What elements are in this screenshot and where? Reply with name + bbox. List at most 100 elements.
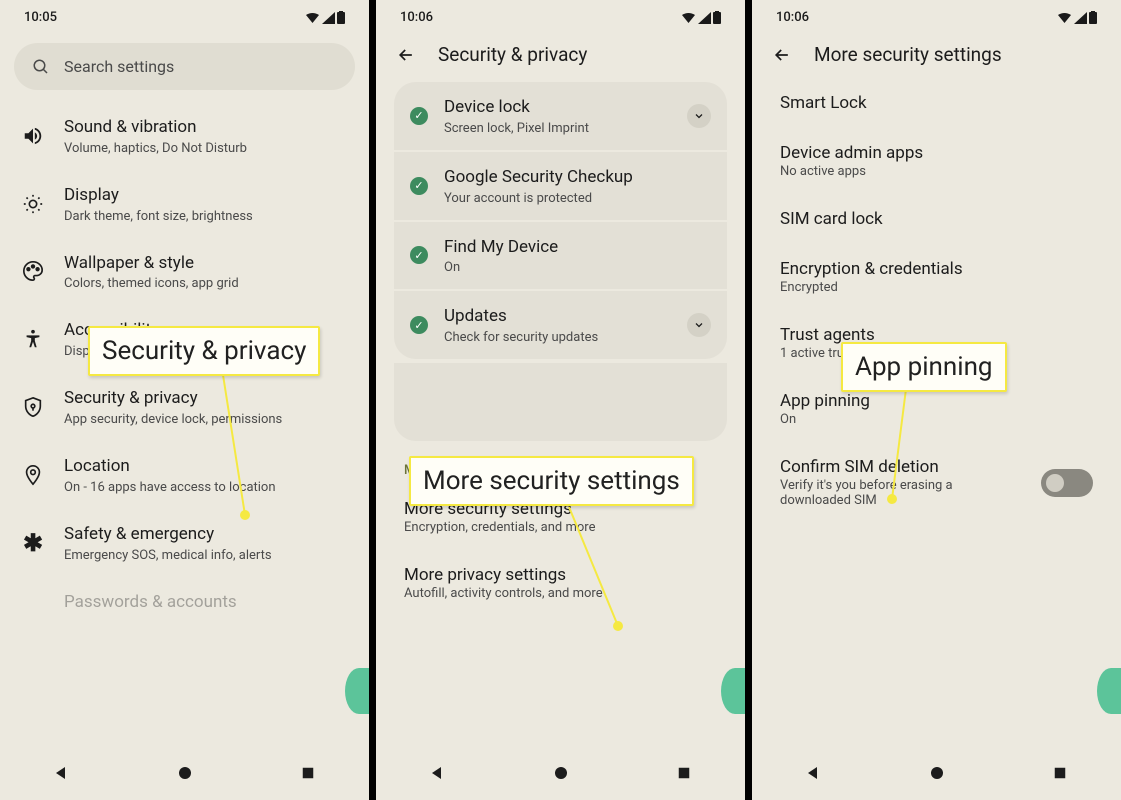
- item-sim-lock[interactable]: SIM card lock: [756, 194, 1117, 244]
- item-subtitle: On: [780, 412, 1093, 427]
- item-title: Smart Lock: [780, 93, 1093, 113]
- search-icon: [32, 58, 50, 76]
- back-arrow-icon[interactable]: [772, 45, 792, 65]
- list-item-location[interactable]: LocationOn - 16 apps have access to loca…: [4, 441, 365, 509]
- more-security-list: Smart Lock Device admin apps No active a…: [752, 78, 1121, 750]
- signal-icon: [1074, 12, 1087, 24]
- status-icons: [681, 11, 721, 24]
- item-title: Safety & emergency: [64, 523, 347, 547]
- item-title: Confirm SIM deletion: [780, 457, 1025, 477]
- check-icon: ✓: [410, 177, 428, 195]
- nav-back-icon[interactable]: [53, 764, 71, 782]
- item-subtitle: Dark theme, font size, brightness: [64, 209, 347, 224]
- list-item-safety[interactable]: ✱ Safety & emergencyEmergency SOS, medic…: [4, 509, 365, 577]
- card-title: Find My Device: [444, 236, 711, 260]
- back-arrow-icon[interactable]: [396, 45, 416, 65]
- check-icon: ✓: [410, 107, 428, 125]
- item-confirm-sim[interactable]: Confirm SIM deletion Verify it's you bef…: [756, 442, 1117, 523]
- security-status-card: ✓ Device lockScreen lock, Pixel Imprint …: [394, 82, 727, 359]
- search-bar[interactable]: Search settings: [14, 43, 355, 90]
- battery-icon: [337, 11, 345, 24]
- nav-home-icon[interactable]: [928, 764, 946, 782]
- phone-screen-2: 10:06 Security & privacy ✓ Device lockSc…: [376, 0, 745, 800]
- asterisk-icon: ✱: [22, 532, 44, 554]
- item-encryption[interactable]: Encryption & credentials Encrypted: [756, 244, 1117, 310]
- item-title: SIM card lock: [780, 209, 1093, 229]
- key-icon: [22, 591, 44, 613]
- card-find-my-device[interactable]: ✓ Find My DeviceOn: [394, 222, 727, 292]
- fab-button[interactable]: [1097, 668, 1121, 714]
- nav-back-icon[interactable]: [429, 764, 447, 782]
- status-bar: 10:06: [752, 0, 1121, 31]
- phone-screen-3: 10:06 More security settings Smart Lock …: [752, 0, 1121, 800]
- card-title: Google Security Checkup: [444, 166, 711, 190]
- nav-back-icon[interactable]: [805, 764, 823, 782]
- list-item-sound[interactable]: Sound & vibrationVolume, haptics, Do Not…: [4, 102, 365, 170]
- callout-highlight: Security & privacy: [88, 326, 320, 376]
- security-content: ✓ Device lockScreen lock, Pixel Imprint …: [376, 78, 745, 750]
- status-icons: [305, 11, 345, 24]
- status-time: 10:06: [776, 10, 809, 25]
- chevron-down-icon[interactable]: [687, 313, 711, 337]
- nav-recent-icon[interactable]: [675, 764, 693, 782]
- nav-home-icon[interactable]: [176, 764, 194, 782]
- card-title: Updates: [444, 305, 671, 329]
- wifi-icon: [305, 12, 320, 24]
- item-subtitle: Volume, haptics, Do Not Disturb: [64, 141, 347, 156]
- item-more-privacy[interactable]: More privacy settings Autofill, activity…: [380, 550, 741, 616]
- item-subtitle: App security, device lock, permissions: [64, 412, 347, 427]
- chevron-down-icon[interactable]: [687, 104, 711, 128]
- check-icon: ✓: [410, 316, 428, 334]
- item-title: Passwords & accounts: [64, 591, 347, 615]
- item-subtitle: Encrypted: [780, 280, 1093, 295]
- status-time: 10:05: [24, 10, 57, 25]
- page-header: More security settings: [752, 31, 1121, 78]
- item-subtitle: Emergency SOS, medical info, alerts: [64, 548, 347, 563]
- nav-recent-icon[interactable]: [1051, 764, 1069, 782]
- status-bar: 10:05: [0, 0, 369, 31]
- nav-bar: [376, 750, 745, 800]
- fab-button[interactable]: [721, 668, 745, 714]
- item-subtitle: Autofill, activity controls, and more: [404, 586, 717, 601]
- item-device-admin[interactable]: Device admin apps No active apps: [756, 128, 1117, 194]
- card-google-checkup[interactable]: ✓ Google Security CheckupYour account is…: [394, 152, 727, 222]
- list-item-security-privacy[interactable]: Security & privacyApp security, device l…: [4, 373, 365, 441]
- item-subtitle: Encryption, credentials, and more: [404, 520, 717, 535]
- nav-recent-icon[interactable]: [299, 764, 317, 782]
- phone-screen-1: 10:05 Search settings Sound & vibrationV…: [0, 0, 369, 800]
- wifi-icon: [681, 12, 696, 24]
- signal-icon: [698, 12, 711, 24]
- battery-icon: [1089, 11, 1097, 24]
- location-icon: [22, 464, 44, 486]
- page-title: More security settings: [814, 43, 1002, 66]
- palette-icon: [22, 260, 44, 282]
- settings-list: Sound & vibrationVolume, haptics, Do Not…: [0, 102, 369, 750]
- item-subtitle: No active apps: [780, 164, 1093, 179]
- item-smart-lock[interactable]: Smart Lock: [756, 78, 1117, 128]
- card-device-lock[interactable]: ✓ Device lockScreen lock, Pixel Imprint: [394, 82, 727, 152]
- wifi-icon: [1057, 12, 1072, 24]
- item-subtitle: On - 16 apps have access to location: [64, 480, 347, 495]
- display-icon: [22, 193, 44, 215]
- page-header: Security & privacy: [376, 31, 745, 78]
- signal-icon: [322, 12, 335, 24]
- accessibility-icon: [22, 328, 44, 350]
- scan-device-row[interactable]: [394, 363, 727, 441]
- item-title: Wallpaper & style: [64, 252, 347, 276]
- list-item-display[interactable]: DisplayDark theme, font size, brightness: [4, 170, 365, 238]
- item-title: Location: [64, 455, 347, 479]
- list-item-passwords[interactable]: Passwords & accounts: [4, 577, 365, 629]
- shield-icon: [22, 396, 44, 418]
- toggle-switch[interactable]: [1041, 469, 1093, 497]
- card-subtitle: Check for security updates: [444, 330, 671, 345]
- card-updates[interactable]: ✓ UpdatesCheck for security updates: [394, 291, 727, 359]
- item-title: App pinning: [780, 391, 1093, 411]
- nav-home-icon[interactable]: [552, 764, 570, 782]
- status-bar: 10:06: [376, 0, 745, 31]
- item-subtitle: Verify it's you before erasing a downloa…: [780, 478, 1025, 508]
- item-subtitle: Colors, themed icons, app grid: [64, 276, 347, 291]
- list-item-wallpaper[interactable]: Wallpaper & styleColors, themed icons, a…: [4, 238, 365, 306]
- battery-icon: [713, 11, 721, 24]
- fab-button[interactable]: [345, 668, 369, 714]
- item-title: Encryption & credentials: [780, 259, 1093, 279]
